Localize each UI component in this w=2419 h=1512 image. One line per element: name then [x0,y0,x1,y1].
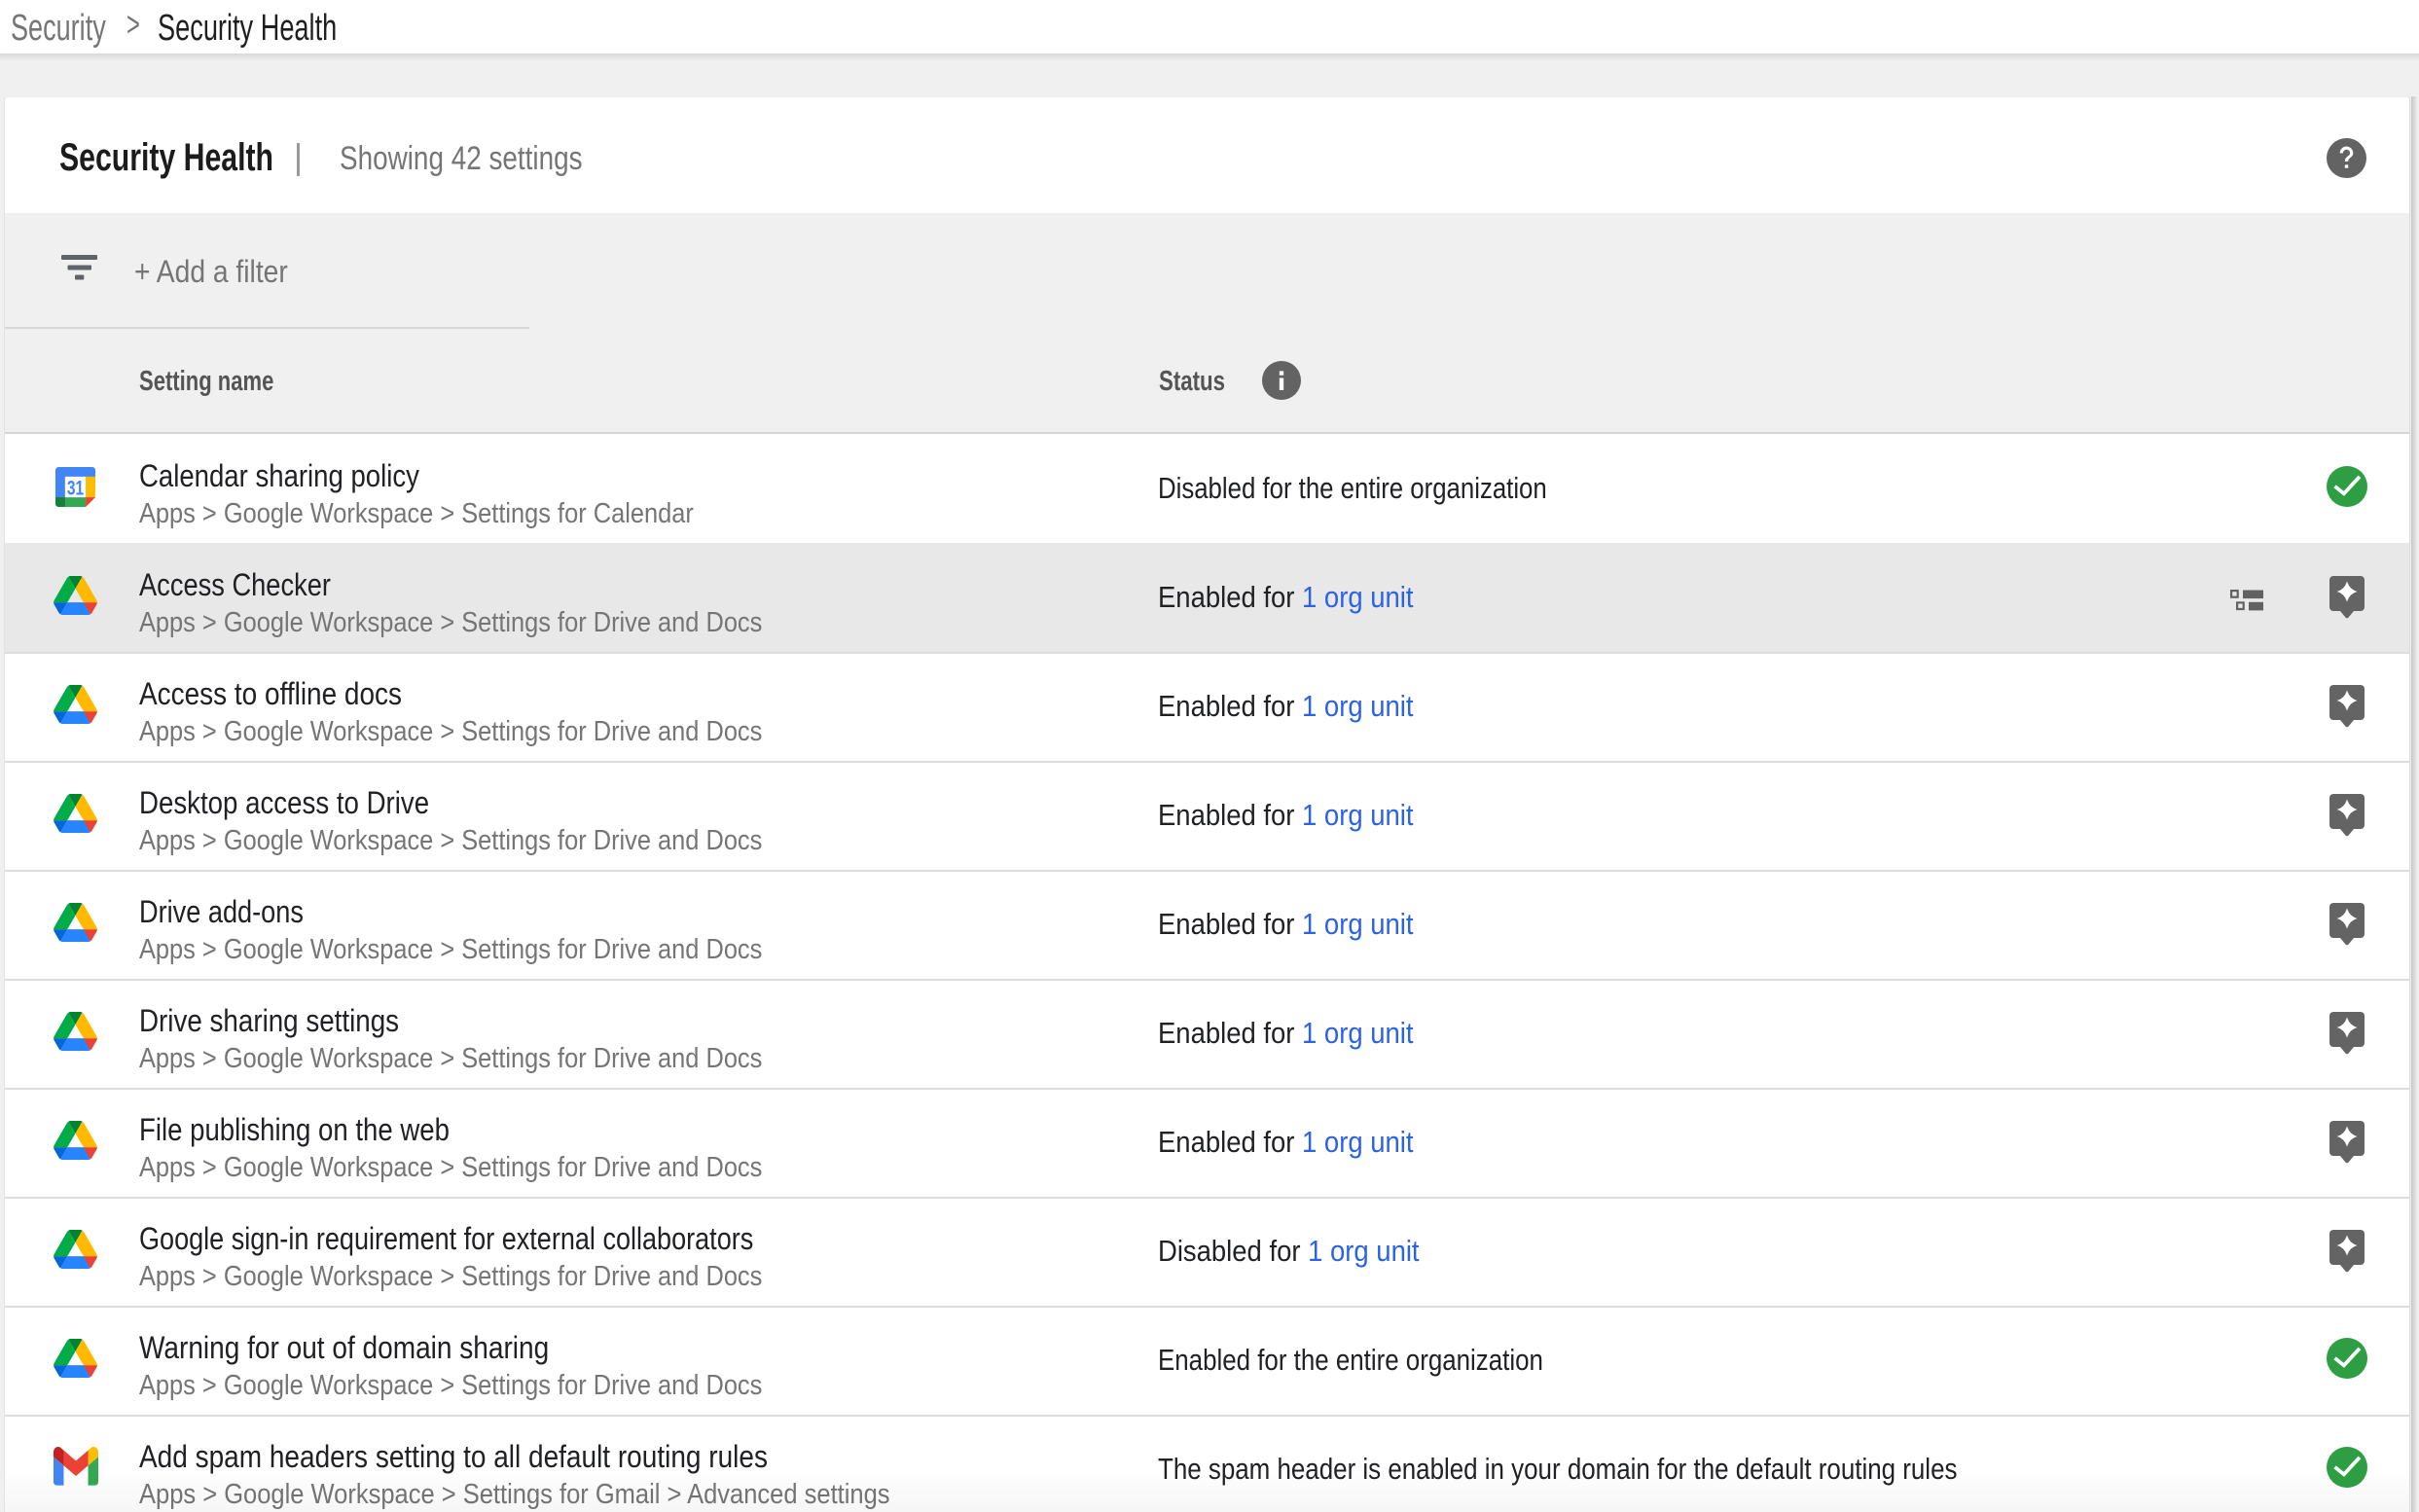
svg-text:31: 31 [67,476,84,499]
